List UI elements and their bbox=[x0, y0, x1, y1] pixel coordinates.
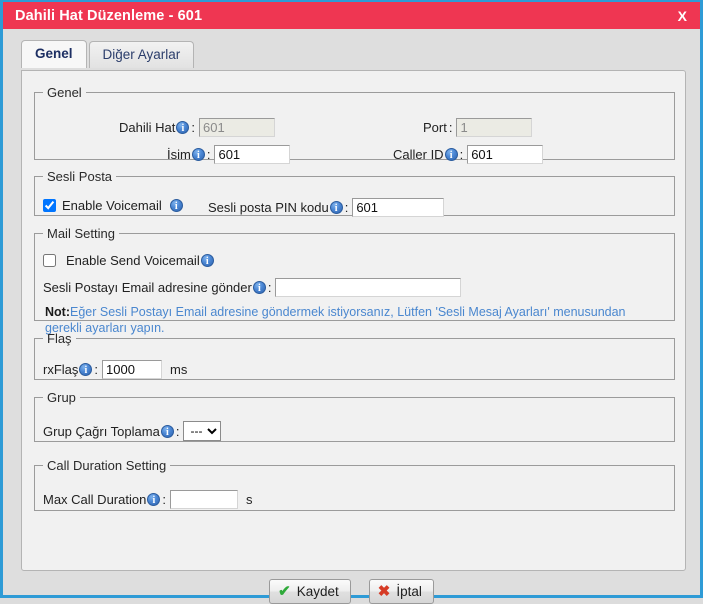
dahili-hat-input[interactable] bbox=[198, 118, 275, 137]
tab-genel[interactable]: Genel bbox=[21, 40, 87, 68]
dialog-body: Genel Diğer Ayarlar Genel Dahili Hat i :… bbox=[3, 29, 700, 604]
label-colon: : bbox=[162, 492, 166, 507]
dahili-hat-label: Dahili Hat bbox=[119, 120, 176, 135]
field-enable-send-voicemail: Enable Send Voicemail i bbox=[43, 253, 214, 268]
fieldset-genel-legend: Genel bbox=[47, 85, 82, 100]
note-prefix: Not: bbox=[45, 305, 70, 319]
enable-voicemail-label: Enable Voicemail bbox=[62, 198, 162, 213]
info-icon[interactable]: i bbox=[169, 199, 183, 212]
close-icon[interactable]: X bbox=[675, 8, 690, 24]
field-port: Port : bbox=[423, 118, 533, 137]
field-max-call-duration: Max Call Duration i : s bbox=[43, 490, 252, 509]
rxflas-input[interactable] bbox=[102, 360, 163, 379]
label-colon: : bbox=[206, 147, 211, 162]
tab-diger-ayarlar[interactable]: Diğer Ayarlar bbox=[88, 41, 195, 68]
tab-panel-genel: Genel Dahili Hat i : Port : İsim i : bbox=[21, 70, 686, 571]
info-icon[interactable]: i bbox=[79, 363, 93, 376]
title-bar: Dahili Hat Düzenleme - 601 X bbox=[3, 2, 700, 29]
fieldset-grup-legend: Grup bbox=[47, 390, 76, 405]
max-call-duration-unit: s bbox=[245, 492, 253, 507]
enable-send-voicemail-label: Enable Send Voicemail bbox=[66, 253, 200, 268]
rxflas-label: rxFlaş bbox=[43, 362, 79, 377]
fieldset-grup: Grup Grup Çağrı Toplama i : --- bbox=[34, 390, 675, 442]
caller-id-input[interactable] bbox=[467, 145, 544, 164]
dialog-footer: ✔ Kaydet ✖ İptal bbox=[3, 579, 700, 604]
isim-input[interactable] bbox=[214, 145, 291, 164]
field-dahili-hat: Dahili Hat i : bbox=[119, 118, 275, 137]
label-colon: : bbox=[191, 120, 195, 135]
info-icon[interactable]: i bbox=[329, 201, 343, 214]
port-label: Port bbox=[423, 120, 447, 135]
label-colon: : bbox=[94, 362, 99, 377]
info-icon[interactable]: i bbox=[160, 424, 174, 438]
fieldset-sesli-posta-legend: Sesli Posta bbox=[47, 169, 113, 184]
label-colon: : bbox=[175, 423, 180, 439]
fieldset-flas-legend: Flaş bbox=[47, 331, 72, 346]
check-icon: ✔ bbox=[278, 583, 291, 600]
tab-strip: Genel Diğer Ayarlar bbox=[21, 40, 196, 68]
fieldset-mail-setting: Mail Setting Enable Send Voicemail i Ses… bbox=[34, 226, 675, 335]
save-button[interactable]: ✔ Kaydet bbox=[269, 579, 351, 604]
label-colon: : bbox=[344, 200, 349, 215]
fieldset-genel: Genel Dahili Hat i : Port : İsim i : bbox=[34, 85, 675, 164]
info-icon[interactable]: i bbox=[176, 121, 190, 134]
port-input[interactable] bbox=[456, 118, 533, 137]
fieldset-sesli-posta: Sesli Posta Enable Voicemail i Sesli pos… bbox=[34, 169, 675, 217]
field-voicemail-email: Sesli Postayı Email adresine gönder i : bbox=[43, 278, 462, 297]
cancel-button[interactable]: ✖ İptal bbox=[368, 579, 434, 604]
info-icon[interactable]: i bbox=[444, 148, 458, 161]
cross-icon: ✖ bbox=[377, 583, 391, 600]
voicemail-pin-input[interactable] bbox=[352, 198, 445, 217]
field-caller-id: Caller ID i : bbox=[393, 145, 544, 164]
window-title: Dahili Hat Düzenleme - 601 bbox=[15, 7, 203, 24]
voicemail-email-input[interactable] bbox=[275, 278, 462, 297]
label-colon: : bbox=[448, 120, 453, 135]
enable-voicemail-checkbox[interactable] bbox=[43, 199, 56, 212]
field-grup-cagri-toplama: Grup Çağrı Toplama i : --- bbox=[43, 421, 222, 441]
max-call-duration-label: Max Call Duration bbox=[43, 492, 147, 507]
grup-cagri-toplama-select[interactable]: --- bbox=[183, 421, 222, 441]
fieldset-call-duration: Call Duration Setting Max Call Duration … bbox=[34, 458, 675, 511]
info-icon[interactable]: i bbox=[147, 493, 161, 506]
save-button-label: Kaydet bbox=[296, 584, 339, 599]
max-call-duration-input[interactable] bbox=[169, 490, 238, 509]
grup-cagri-toplama-label: Grup Çağrı Toplama bbox=[43, 423, 160, 439]
fieldset-mail-setting-legend: Mail Setting bbox=[47, 226, 115, 241]
isim-label: İsim bbox=[167, 147, 191, 162]
field-isim: İsim i : bbox=[167, 145, 291, 164]
label-colon: : bbox=[459, 147, 464, 162]
label-colon: : bbox=[267, 280, 272, 295]
rxflas-unit: ms bbox=[170, 362, 188, 377]
info-icon[interactable]: i bbox=[252, 281, 266, 294]
field-enable-voicemail: Enable Voicemail i bbox=[43, 198, 183, 213]
info-icon[interactable]: i bbox=[191, 148, 205, 161]
fieldset-flas: Flaş rxFlaş i : ms bbox=[34, 331, 675, 380]
voicemail-pin-label: Sesli posta PIN kodu bbox=[208, 200, 329, 215]
field-voicemail-pin: Sesli posta PIN kodu i : bbox=[208, 198, 445, 217]
info-icon[interactable]: i bbox=[200, 254, 214, 267]
voicemail-email-label: Sesli Postayı Email adresine gönder bbox=[43, 280, 252, 295]
enable-send-voicemail-checkbox[interactable] bbox=[43, 254, 56, 267]
cancel-button-label: İptal bbox=[396, 584, 422, 599]
dialog-window: Dahili Hat Düzenleme - 601 X Genel Diğer… bbox=[0, 0, 703, 604]
fieldset-call-duration-legend: Call Duration Setting bbox=[47, 458, 167, 473]
caller-id-label: Caller ID bbox=[393, 147, 444, 162]
field-rxflas: rxFlaş i : ms bbox=[43, 360, 187, 379]
